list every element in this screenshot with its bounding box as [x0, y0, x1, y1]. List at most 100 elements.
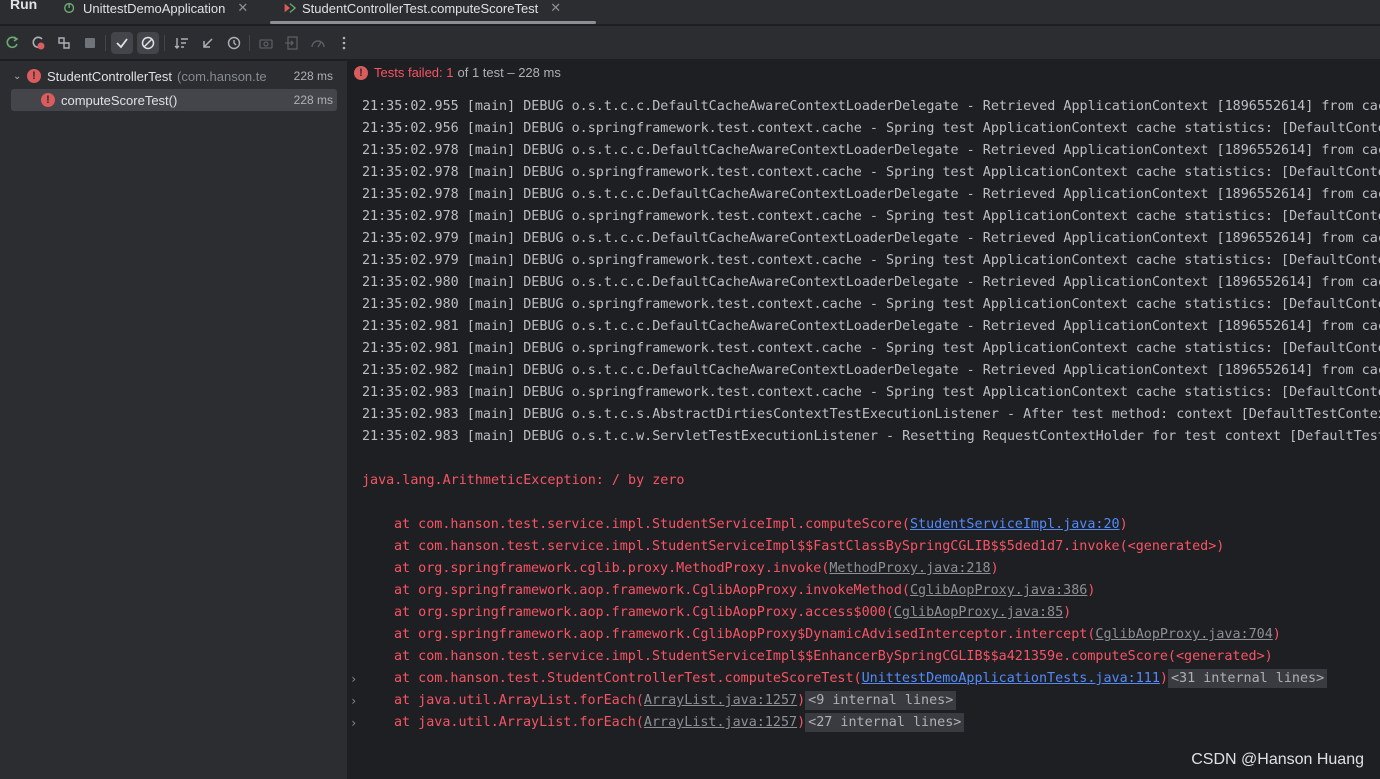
separator — [249, 35, 250, 51]
log-line: 21:35:02.955 [main] DEBUG o.s.t.c.c.Defa… — [362, 99, 1380, 114]
coverage-icon[interactable] — [307, 32, 329, 54]
source-link[interactable]: CglibAopProxy.java:386 — [910, 583, 1087, 598]
stack-trace-line: at org.springframework.cglib.proxy.Metho… — [362, 558, 1380, 580]
source-link[interactable]: MethodProxy.java:218 — [829, 561, 990, 576]
log-line: 21:35:02.978 [main] DEBUG o.springframew… — [362, 209, 1380, 224]
close-icon[interactable]: ✕ — [550, 0, 561, 16]
tab-label: UnittestDemoApplication — [83, 0, 226, 16]
log-line: 21:35:02.980 [main] DEBUG o.springframew… — [362, 297, 1380, 312]
stack-trace-line: › at java.util.ArrayList.forEach(ArrayLis… — [350, 712, 1380, 734]
source-link[interactable]: ArrayList.java:1257 — [644, 693, 797, 708]
tab-bar: Run UnittestDemoApplication ✕ StudentCon… — [0, 0, 1380, 25]
tree-node-duration: 228 ms — [293, 93, 333, 107]
rerun-icon[interactable] — [1, 32, 23, 54]
active-tab-indicator — [270, 21, 596, 24]
stack-trace-line: at org.springframework.aop.framework.Cgl… — [362, 624, 1380, 646]
log-line: 21:35:02.978 [main] DEBUG o.s.t.c.c.Defa… — [362, 187, 1380, 202]
stack-frame-text: ) — [1272, 627, 1281, 642]
tab-label: StudentControllerTest.computeScoreTest — [302, 0, 539, 16]
log-line: 21:35:02.981 [main] DEBUG o.s.t.c.c.Defa… — [362, 319, 1380, 334]
log-line: 21:35:02.981 [main] DEBUG o.springframew… — [362, 341, 1380, 356]
run-toolbar — [0, 26, 1380, 60]
tree-node-label: computeScoreTest() — [61, 92, 178, 108]
stack-frame-text: at org.springframework.cglib.proxy.Metho… — [394, 561, 830, 576]
source-link[interactable]: CglibAopProxy.java:704 — [1095, 627, 1272, 642]
stack-frame-text: at org.springframework.aop.framework.Cgl… — [394, 627, 1096, 642]
tree-node-package: (com.hanson.te — [177, 68, 267, 84]
log-line: 21:35:02.983 [main] DEBUG o.s.t.c.w.Serv… — [362, 429, 1380, 444]
source-link[interactable]: StudentServiceImpl.java:20 — [910, 517, 1120, 532]
error-icon: ! — [41, 93, 55, 107]
test-status-bar: ! Tests failed: 1 of 1 test – 228 ms — [354, 65, 561, 80]
rerun-failed-icon[interactable] — [27, 32, 49, 54]
source-link[interactable]: UnittestDemoApplicationTests.java:111 — [862, 671, 1160, 686]
log-line: 21:35:02.979 [main] DEBUG o.springframew… — [362, 253, 1380, 268]
stack-frame-text: at java.util.ArrayList.forEach( — [394, 715, 644, 730]
close-icon[interactable]: ✕ — [237, 0, 248, 16]
stack-frame-text: at org.springframework.aop.framework.Cgl… — [394, 583, 910, 598]
import-icon[interactable] — [281, 32, 303, 54]
stack-frame-text: at com.hanson.test.service.impl.StudentS… — [394, 649, 1273, 664]
stack-frame-text: ) — [797, 693, 806, 708]
tree-node-compute-score-test[interactable]: ! computeScoreTest() 228 ms — [11, 89, 337, 111]
separator — [164, 35, 165, 51]
error-icon: ! — [27, 69, 41, 83]
camera-icon[interactable] — [255, 32, 277, 54]
exception-message: java.lang.ArithmeticException: / by zero — [362, 473, 685, 488]
internal-lines-fold[interactable]: <27 internal lines> — [805, 713, 965, 732]
watermark: CSDN @Hanson Huang — [1191, 751, 1364, 768]
tests-summary-text: of 1 test – 228 ms — [457, 65, 561, 80]
log-line: 21:35:02.956 [main] DEBUG o.springframew… — [362, 121, 1380, 136]
log-line: 21:35:02.978 [main] DEBUG o.s.t.c.c.Defa… — [362, 143, 1380, 158]
tree-node-label: StudentControllerTest — [47, 68, 173, 84]
stack-frame-text: at java.util.ArrayList.forEach( — [394, 693, 644, 708]
console-lines: 21:35:02.955 [main] DEBUG o.s.t.c.c.Defa… — [350, 96, 1380, 734]
collapse-all-icon[interactable] — [197, 32, 219, 54]
chevron-right-icon[interactable]: › — [350, 712, 357, 734]
stack-frame-text: ) — [797, 715, 806, 730]
log-line: 21:35:02.983 [main] DEBUG o.springframew… — [362, 385, 1380, 400]
stack-trace-line: at org.springframework.aop.framework.Cgl… — [362, 580, 1380, 602]
tab-unittest-demo-application[interactable]: UnittestDemoApplication ✕ — [63, 0, 248, 19]
show-ignored-icon[interactable] — [137, 32, 159, 54]
stack-frame-text: at com.hanson.test.service.impl.StudentS… — [394, 517, 910, 532]
stack-trace-line: at org.springframework.aop.framework.Cgl… — [362, 602, 1380, 624]
chevron-right-icon[interactable]: › — [350, 690, 357, 712]
test-tree-panel: ⌄ ! StudentControllerTest (com.hanson.te… — [0, 61, 348, 779]
source-link[interactable]: ArrayList.java:1257 — [644, 715, 797, 730]
spring-run-icon — [64, 2, 75, 14]
show-passed-icon[interactable] — [111, 32, 133, 54]
console-output[interactable]: ! Tests failed: 1 of 1 test – 228 ms 21:… — [349, 61, 1380, 779]
error-icon: ! — [354, 65, 368, 80]
separator — [105, 35, 106, 51]
chevron-down-icon[interactable]: ⌄ — [13, 71, 27, 82]
tree-node-duration: 228 ms — [293, 69, 333, 83]
stack-frame-text: ) — [1063, 605, 1072, 620]
log-line: 21:35:02.980 [main] DEBUG o.s.t.c.c.Defa… — [362, 275, 1380, 290]
run-tool-title: Run — [10, 0, 38, 12]
stack-trace-line: at com.hanson.test.service.impl.StudentS… — [362, 536, 1380, 558]
stack-frame-text: ) — [990, 561, 999, 576]
log-line: 21:35:02.983 [main] DEBUG o.s.t.c.s.Abst… — [362, 407, 1380, 422]
internal-lines-fold[interactable]: <9 internal lines> — [805, 691, 957, 710]
chevron-right-icon[interactable]: › — [350, 668, 357, 690]
toggle-auto-test-icon[interactable] — [53, 32, 75, 54]
sort-icon[interactable] — [171, 32, 193, 54]
stack-frame-text: at org.springframework.aop.framework.Cgl… — [394, 605, 894, 620]
tab-student-controller-test[interactable]: StudentControllerTest.computeScoreTest ✕ — [282, 0, 561, 19]
log-line: 21:35:02.982 [main] DEBUG o.s.t.c.c.Defa… — [362, 363, 1380, 378]
internal-lines-fold[interactable]: <31 internal lines> — [1167, 669, 1328, 688]
stack-frame-text: at com.hanson.test.service.impl.StudentS… — [394, 539, 1225, 554]
source-link[interactable]: CglibAopProxy.java:85 — [894, 605, 1063, 620]
more-options-icon[interactable] — [333, 32, 355, 54]
tree-node-student-controller-test[interactable]: ⌄ ! StudentControllerTest (com.hanson.te… — [11, 65, 337, 87]
stack-trace-line: › at com.hanson.test.StudentControllerTes… — [350, 668, 1380, 690]
stop-icon[interactable] — [79, 32, 101, 54]
stack-frame-text: ) — [1119, 517, 1128, 532]
history-icon[interactable] — [223, 32, 245, 54]
stack-trace-line: at com.hanson.test.service.impl.StudentS… — [362, 514, 1380, 536]
stack-frame-text: ) — [1087, 583, 1096, 598]
stack-trace-line: › at java.util.ArrayList.forEach(ArrayLis… — [350, 690, 1380, 712]
